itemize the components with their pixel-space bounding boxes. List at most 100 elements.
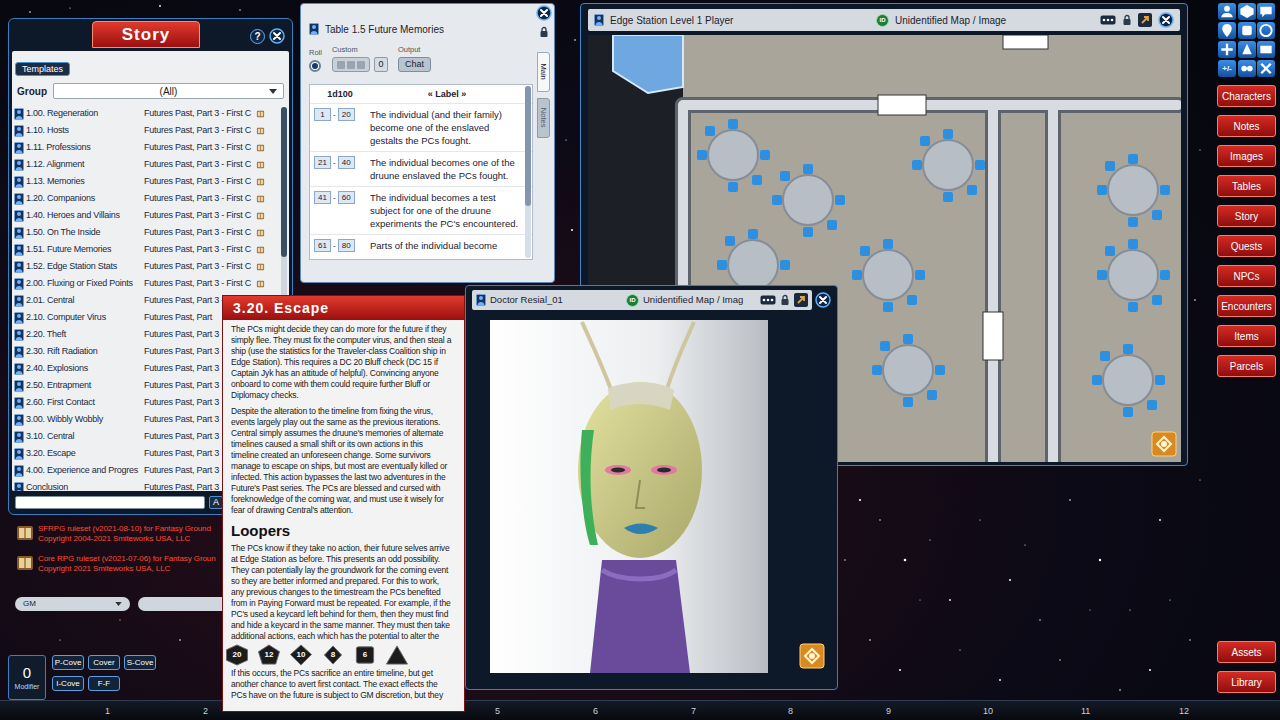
- scrollbar[interactable]: [525, 86, 531, 258]
- filter-button[interactable]: A: [209, 496, 223, 509]
- search-field[interactable]: [15, 496, 205, 509]
- sidebar-button[interactable]: Quests: [1217, 235, 1276, 257]
- cover-button[interactable]: Cover: [88, 655, 120, 670]
- close-icon[interactable]: [815, 292, 831, 308]
- range-from[interactable]: 61: [314, 239, 331, 252]
- share-icon[interactable]: [760, 295, 776, 305]
- row-result[interactable]: The individual becomes a test subject fo…: [370, 191, 520, 230]
- tool-icon[interactable]: [1238, 41, 1256, 58]
- row-result[interactable]: The individual becomes one of the druune…: [370, 156, 520, 182]
- help-button[interactable]: ?: [250, 29, 265, 44]
- tool-icon[interactable]: [1238, 3, 1256, 20]
- sidebar-button[interactable]: Characters: [1217, 85, 1276, 107]
- range-from[interactable]: 1: [314, 108, 331, 121]
- story-row[interactable]: 1.10. HostsFutures Past, Part 3 - First …: [12, 122, 289, 139]
- story-name: 1.11. Professions: [26, 141, 142, 155]
- die[interactable]: 12: [256, 644, 282, 666]
- custom-dice-field[interactable]: [332, 57, 370, 72]
- row-range: 41-60: [310, 191, 370, 204]
- story-row[interactable]: 1.13. MemoriesFutures Past, Part 3 - Fir…: [12, 173, 289, 190]
- sidebar-button[interactable]: Encounters: [1217, 295, 1276, 317]
- row-result[interactable]: The individual (and their family) become…: [370, 108, 520, 147]
- portrait-image[interactable]: [490, 320, 768, 673]
- sidebar-button[interactable]: Assets: [1217, 641, 1276, 663]
- side-tab[interactable]: Main: [537, 52, 550, 92]
- expand-icon[interactable]: [794, 293, 808, 307]
- story-row[interactable]: 1.52. Edge Station StatsFutures Past, Pa…: [12, 258, 289, 275]
- modifier-box[interactable]: 0Modifier: [8, 655, 46, 700]
- tool-grid: +/-: [1213, 0, 1280, 77]
- range-from[interactable]: 21: [314, 156, 331, 169]
- tool-icon[interactable]: [1238, 60, 1256, 77]
- side-tab[interactable]: Notes: [537, 98, 550, 138]
- range-to[interactable]: 80: [338, 239, 355, 252]
- tool-icon[interactable]: [1218, 3, 1236, 20]
- range-to[interactable]: 40: [338, 156, 355, 169]
- sidebar-button[interactable]: Items: [1217, 325, 1276, 347]
- module-entry[interactable]: SFRPG ruleset (v2021-08-10) for Fantasy …: [16, 524, 226, 544]
- cover-button[interactable]: S-Cove: [124, 655, 156, 670]
- sidebar-button[interactable]: Images: [1217, 145, 1276, 167]
- close-icon[interactable]: [269, 28, 285, 44]
- lock-icon[interactable]: [1122, 14, 1132, 26]
- die[interactable]: 20: [224, 644, 250, 666]
- cover-button[interactable]: P-Cove: [52, 655, 84, 670]
- story-row[interactable]: 1.11. ProfessionsFutures Past, Part 3 - …: [12, 139, 289, 156]
- cover-button[interactable]: F-F: [88, 676, 120, 691]
- scrollbar-thumb[interactable]: [281, 107, 287, 257]
- cover-button[interactable]: I-Cove: [52, 676, 84, 691]
- roll-radio[interactable]: [309, 60, 321, 72]
- close-icon[interactable]: [1158, 12, 1174, 28]
- sidebar-button[interactable]: Tables: [1217, 175, 1276, 197]
- map-options-icon[interactable]: [1151, 431, 1177, 457]
- sidebar-buttons: Characters Notes Images Tables Story Quests NP…: [1213, 85, 1280, 377]
- chat-entry[interactable]: [138, 597, 222, 611]
- tool-icon[interactable]: [1257, 22, 1275, 39]
- tool-icon[interactable]: [1257, 60, 1275, 77]
- output-button[interactable]: Chat: [398, 57, 431, 72]
- story-row[interactable]: 1.40. Heroes and VillainsFutures Past, P…: [12, 207, 289, 224]
- story-row[interactable]: 1.50. On The InsideFutures Past, Part 3 …: [12, 224, 289, 241]
- share-icon[interactable]: [1100, 15, 1116, 25]
- die[interactable]: [384, 644, 410, 666]
- lock-icon[interactable]: [780, 294, 790, 306]
- expand-icon[interactable]: [1138, 13, 1152, 27]
- range-from[interactable]: 41: [314, 191, 331, 204]
- group-dropdown[interactable]: (All): [53, 83, 284, 99]
- tool-icon[interactable]: [1257, 41, 1275, 58]
- scrollbar-thumb[interactable]: [525, 86, 531, 206]
- modifier-toggle[interactable]: +/-: [1218, 60, 1236, 77]
- module-book-icon: [16, 524, 34, 542]
- story-row[interactable]: 1.51. Future MemoriesFutures Past, Part …: [12, 241, 289, 258]
- sidebar-button[interactable]: Notes: [1217, 115, 1276, 137]
- range-to[interactable]: 20: [338, 108, 355, 121]
- tool-icon[interactable]: [1257, 3, 1275, 20]
- die[interactable]: 8: [320, 644, 346, 666]
- templates-button[interactable]: Templates: [15, 62, 70, 76]
- image-options-icon[interactable]: [799, 643, 825, 669]
- text-line: ship (use the statistics for the Travele…: [231, 346, 456, 357]
- tool-icon[interactable]: [1238, 22, 1256, 39]
- sidebar-button[interactable]: Library: [1217, 671, 1276, 693]
- story-row[interactable]: 1.00. RegenerationFutures Past, Part 3 -…: [12, 105, 289, 122]
- story-icon: [14, 159, 24, 171]
- tool-icon[interactable]: [1218, 22, 1236, 39]
- sidebar-button[interactable]: Parcels: [1217, 355, 1276, 377]
- module-entry[interactable]: Core RPG ruleset (v2021-07-06) for Fanta…: [16, 554, 226, 574]
- d4-icon: [384, 644, 410, 666]
- text-line: from in Paying Forward must be repeated.…: [231, 598, 456, 609]
- lock-icon[interactable]: [539, 26, 549, 38]
- story-row[interactable]: 1.20. CompanionsFutures Past, Part 3 - F…: [12, 190, 289, 207]
- tool-icon[interactable]: [1218, 41, 1236, 58]
- range-to[interactable]: 60: [338, 191, 355, 204]
- row-result[interactable]: Parts of the individual become: [370, 239, 520, 252]
- story-row[interactable]: 2.00. Fluxing or Fixed PointsFutures Pas…: [12, 275, 289, 292]
- sidebar-button[interactable]: Story: [1217, 205, 1276, 227]
- die[interactable]: 6: [352, 644, 378, 666]
- custom-modifier[interactable]: 0: [374, 57, 388, 72]
- close-icon[interactable]: [536, 5, 552, 21]
- die[interactable]: 10: [288, 644, 314, 666]
- sidebar-button[interactable]: NPCs: [1217, 265, 1276, 287]
- identity-dropdown[interactable]: GM: [15, 597, 130, 611]
- story-row[interactable]: 1.12. AlignmentFutures Past, Part 3 - Fi…: [12, 156, 289, 173]
